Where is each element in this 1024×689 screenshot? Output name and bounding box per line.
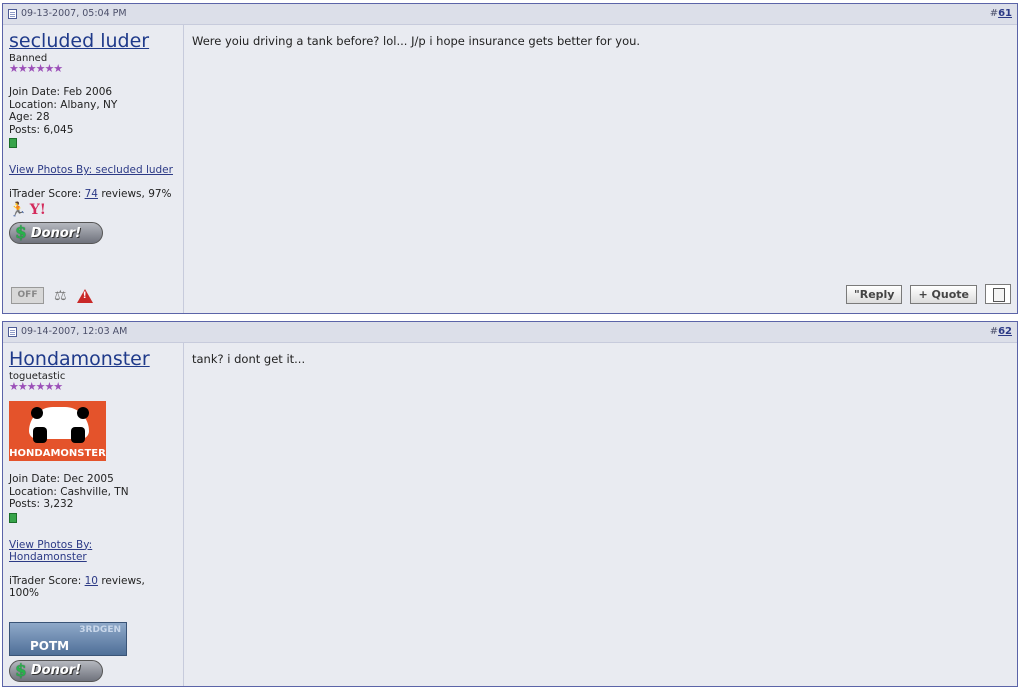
rank-stars: ★★★★★★	[9, 380, 63, 393]
post-number-link[interactable]: 61	[998, 8, 1012, 19]
itrader-score: iTrader Score: 10 reviews, 100%	[9, 575, 177, 599]
post-number-prefix: #	[989, 8, 999, 19]
post-header: 09-13-2007, 05:04 PM #61	[3, 4, 1017, 25]
user-details: Join Date: Feb 2006 Location: Albany, NY…	[9, 86, 177, 148]
panda-ear	[31, 407, 43, 419]
post-buttons: "Reply + Quote	[846, 284, 1011, 304]
post-date-text: 09-13-2007, 05:04 PM	[21, 8, 127, 19]
report-warning-icon[interactable]	[76, 288, 93, 303]
location: Location: Cashville, TN	[9, 485, 129, 498]
username-link[interactable]: secluded luder	[9, 30, 177, 52]
location: Location: Albany, NY	[9, 98, 118, 111]
post-number-prefix: #	[989, 326, 999, 337]
online-status-icon	[9, 512, 17, 523]
message-column: Were yoiu driving a tank before? lol... …	[185, 25, 1017, 313]
itrader-count-link[interactable]: 10	[85, 575, 98, 587]
quote-button[interactable]: + Quote	[910, 284, 977, 304]
view-photos-link[interactable]: View Photos By: Hondamonster	[9, 539, 109, 563]
avatar: HONDAMONSTER	[9, 401, 106, 461]
potm-generation: 3RDGEN	[79, 624, 121, 635]
post-date: 09-13-2007, 05:04 PM	[8, 8, 127, 19]
post-number: #61	[990, 8, 1012, 19]
post-message: Were yoiu driving a tank before? lol... …	[192, 34, 641, 48]
post-message: tank? i dont get it...	[192, 352, 306, 366]
itrader-count-link[interactable]: 74	[85, 188, 98, 200]
online-status-icon	[9, 138, 17, 148]
aim-icon[interactable]: 🏃	[9, 202, 26, 218]
post-date: 09-14-2007, 12:03 AM	[8, 326, 127, 337]
post-count: Posts: 3,232	[9, 498, 74, 510]
itrader-score: iTrader Score: 74 reviews, 97%	[9, 188, 177, 200]
post-number: #62	[990, 326, 1012, 337]
panda-leg	[71, 427, 85, 443]
dollar-icon: $	[15, 660, 27, 681]
age: Age: 28	[9, 111, 50, 123]
post-date-text: 09-14-2007, 12:03 AM	[21, 326, 128, 337]
post-62: 09-14-2007, 12:03 AM #62 Hondamonster to…	[2, 321, 1018, 687]
user-info-column: secluded luder Banned ★★★★★★ Join Date: …	[3, 25, 184, 313]
itrader-label: iTrader Score:	[9, 574, 85, 587]
username-link[interactable]: Hondamonster	[9, 348, 177, 370]
itrader-suffix: reviews, 97%	[97, 188, 172, 200]
panda-leg	[33, 427, 47, 443]
user-action-icons: OFF ⚖	[11, 287, 93, 304]
donor-label: Donor!	[30, 225, 82, 241]
im-icons: 🏃 Y!	[9, 202, 177, 218]
report-post-icon[interactable]	[985, 284, 1011, 304]
reply-button[interactable]: "Reply	[846, 284, 903, 304]
yahoo-icon[interactable]: Y!	[30, 202, 46, 218]
post-icon	[8, 326, 17, 337]
post-61: 09-13-2007, 05:04 PM #61 secluded luder …	[2, 3, 1018, 314]
dollar-icon: $	[15, 223, 27, 243]
join-date: Join Date: Feb 2006	[9, 86, 113, 98]
post-header: 09-14-2007, 12:03 AM #62	[3, 322, 1017, 343]
user-info-column: Hondamonster toguetastic ★★★★★★ HONDAMON…	[3, 343, 184, 686]
donor-label: Donor!	[30, 663, 82, 678]
join-date: Join Date: Dec 2005	[9, 473, 114, 485]
rank-stars: ★★★★★★	[9, 62, 63, 75]
potm-badge: 3RDGEN POTM	[9, 621, 127, 656]
view-photos-link[interactable]: View Photos By: secluded luder	[9, 164, 177, 176]
post-number-link[interactable]: 62	[998, 326, 1012, 337]
post-icon	[8, 8, 17, 19]
avatar-label: HONDAMONSTER	[9, 448, 106, 459]
offline-status-badge: OFF	[11, 287, 44, 304]
donor-badge: $ Donor!	[9, 222, 103, 244]
post-count: Posts: 6,045	[9, 123, 74, 136]
reputation-icon[interactable]: ⚖	[54, 288, 67, 304]
user-details: Join Date: Dec 2005 Location: Cashville,…	[9, 473, 177, 523]
donor-badge: $ Donor!	[9, 659, 103, 682]
panda-ear	[77, 407, 89, 419]
itrader-label: iTrader Score:	[9, 188, 85, 200]
message-column: tank? i dont get it...	[185, 343, 1017, 686]
potm-label: POTM	[30, 638, 70, 653]
